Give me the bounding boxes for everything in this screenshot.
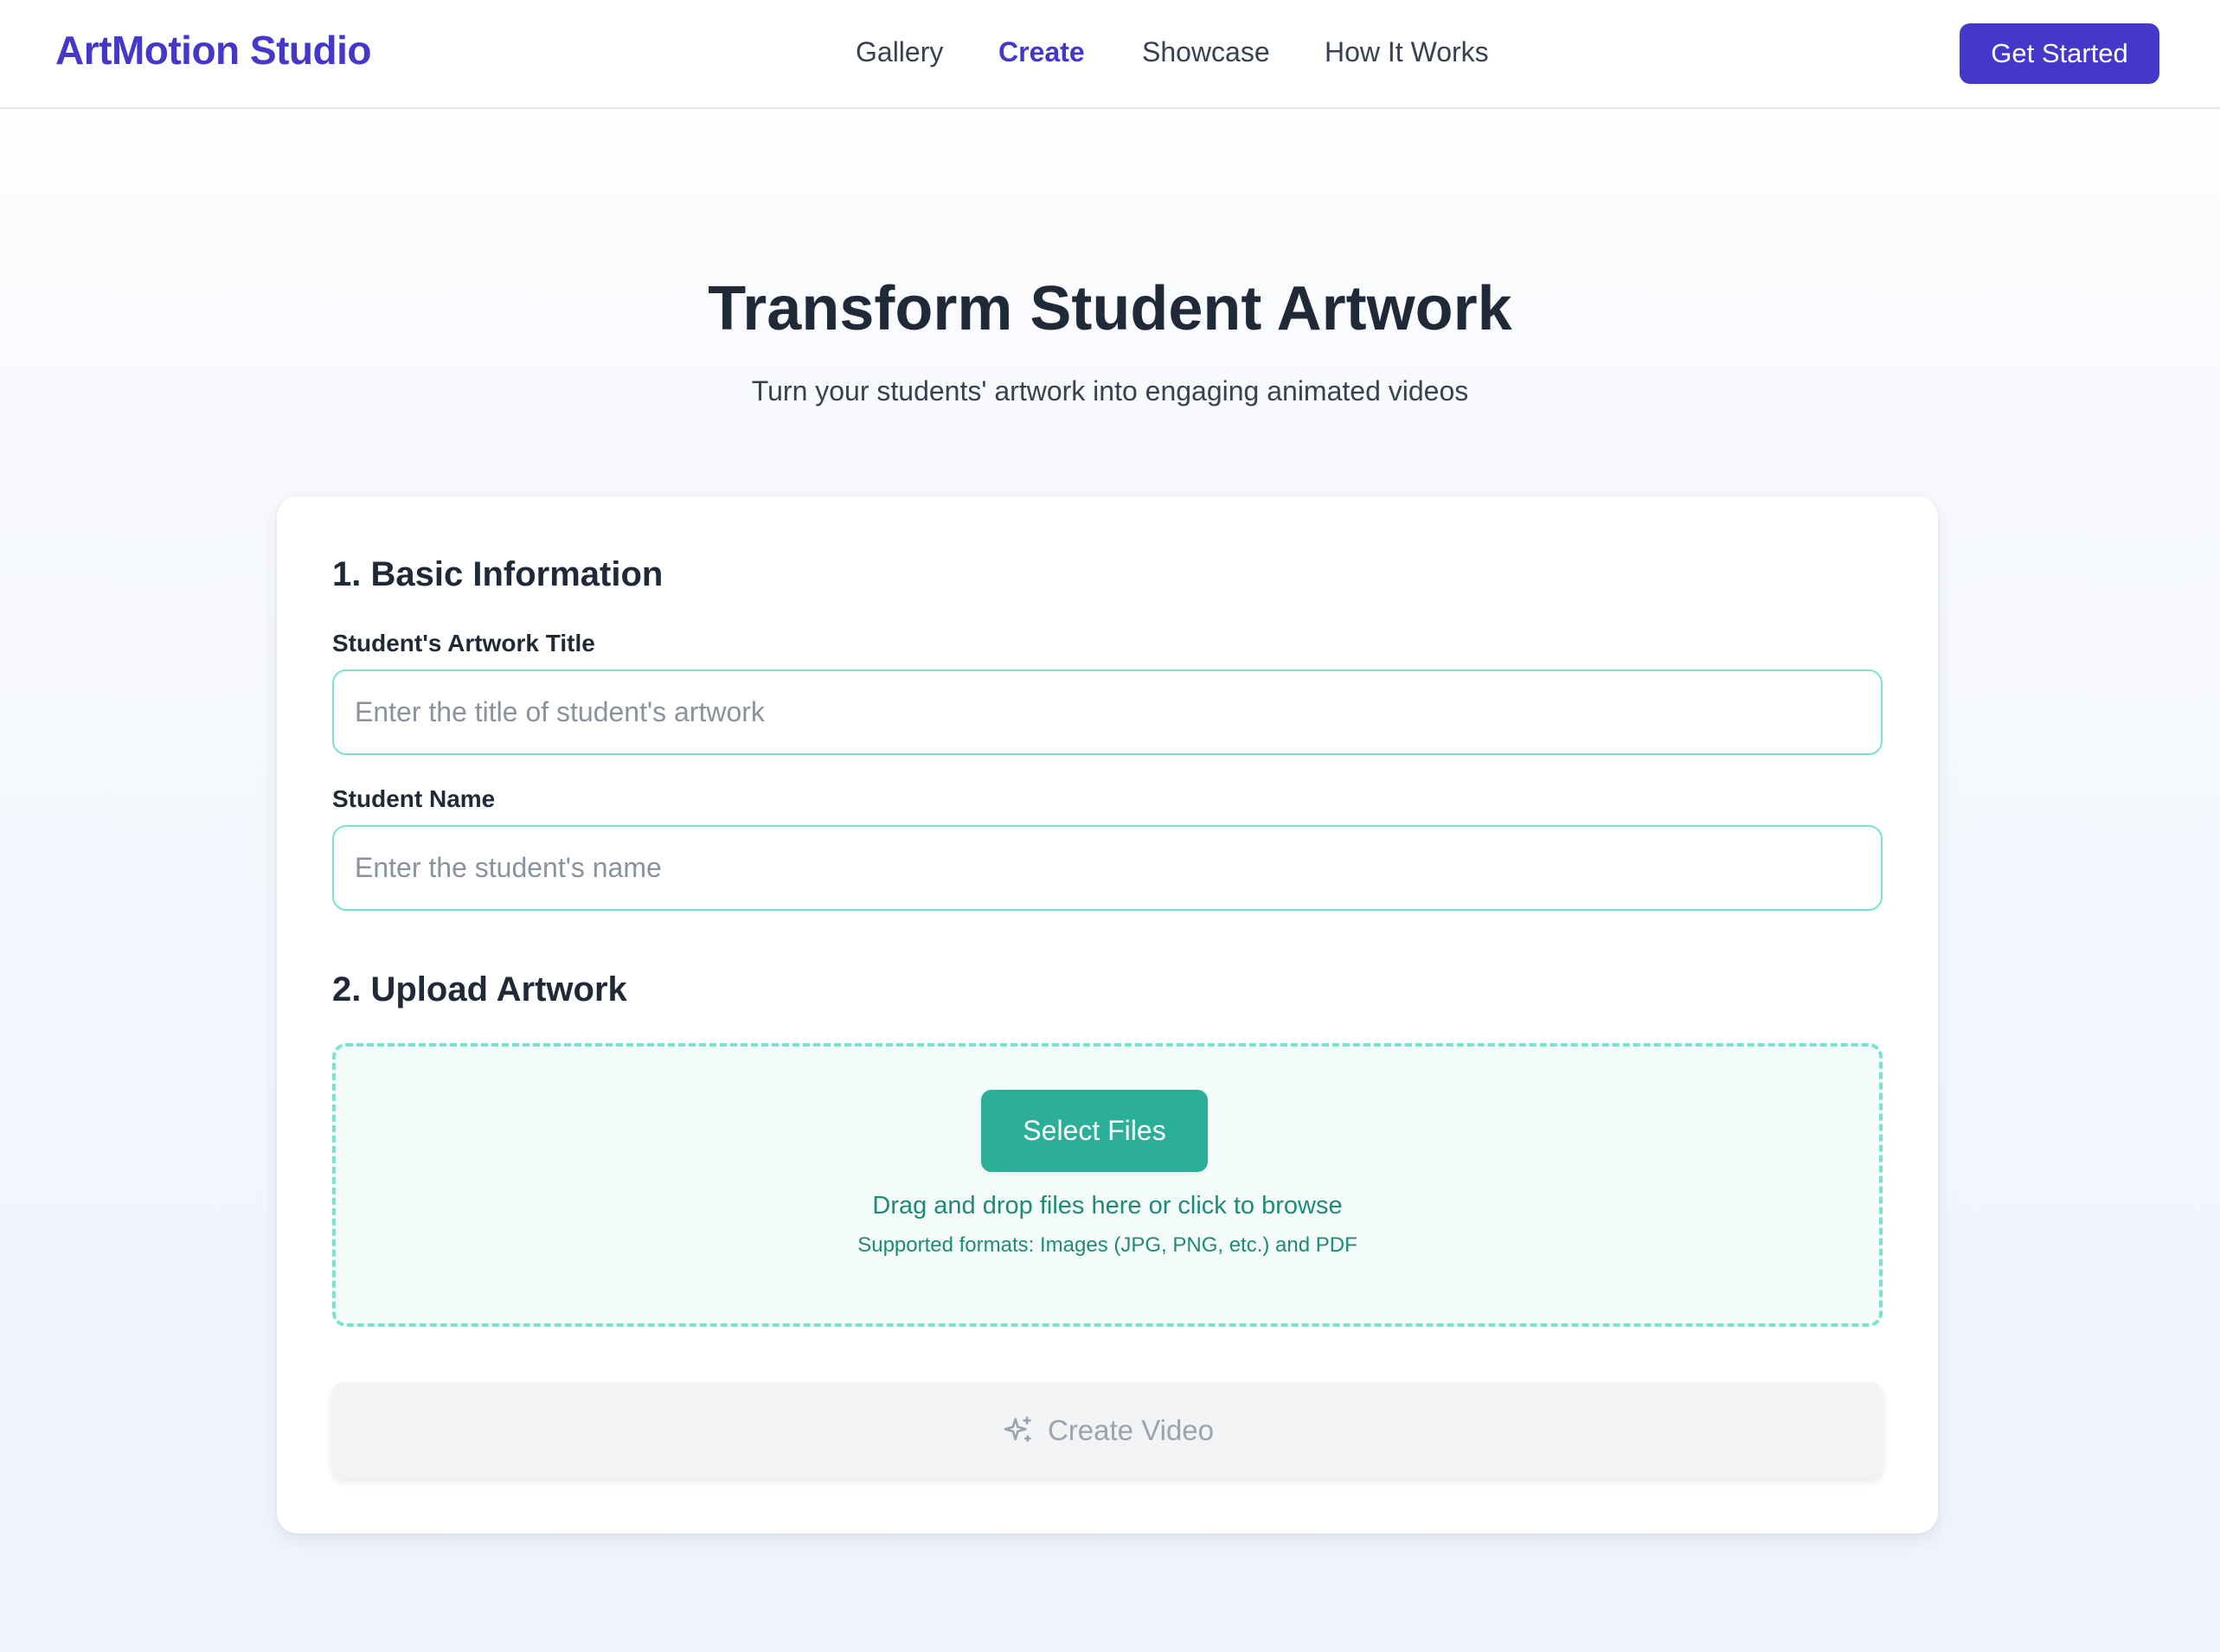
nav-link-how-it-works[interactable]: How It Works xyxy=(1325,36,1489,68)
get-started-button[interactable]: Get Started xyxy=(1960,23,2159,84)
student-name-input[interactable] xyxy=(332,825,1883,911)
top-navbar: ArtMotion Studio Gallery Create Showcase… xyxy=(0,0,2220,109)
dropzone-hint: Drag and drop files here or click to bro… xyxy=(872,1192,1343,1220)
main-nav: Gallery Create Showcase How It Works xyxy=(0,36,2220,74)
nav-link-showcase[interactable]: Showcase xyxy=(1142,36,1270,68)
create-form-card: 1. Basic Information Student's Artwork T… xyxy=(277,496,1938,1534)
nav-link-gallery[interactable]: Gallery xyxy=(856,36,943,68)
create-video-button[interactable]: Create Video xyxy=(332,1382,1883,1478)
supported-formats-text: Supported formats: Images (JPG, PNG, etc… xyxy=(857,1233,1357,1257)
artwork-title-label: Student's Artwork Title xyxy=(332,630,595,656)
sparkles-icon xyxy=(1001,1413,1036,1448)
student-name-label: Student Name xyxy=(332,785,496,812)
page-title: Transform Student Artwork xyxy=(708,274,1512,343)
artwork-title-input[interactable] xyxy=(332,669,1883,755)
create-video-label: Create Video xyxy=(1047,1413,1215,1446)
page-subtitle: Turn your students' artwork into engagin… xyxy=(751,375,1469,407)
file-dropzone[interactable]: Select Files Drag and drop files here or… xyxy=(332,1043,1883,1327)
select-files-button[interactable]: Select Files xyxy=(981,1090,1208,1172)
upload-artwork-heading: 2. Upload Artwork xyxy=(332,970,627,1008)
basic-info-heading: 1. Basic Information xyxy=(332,555,664,593)
nav-link-create[interactable]: Create xyxy=(998,36,1085,68)
